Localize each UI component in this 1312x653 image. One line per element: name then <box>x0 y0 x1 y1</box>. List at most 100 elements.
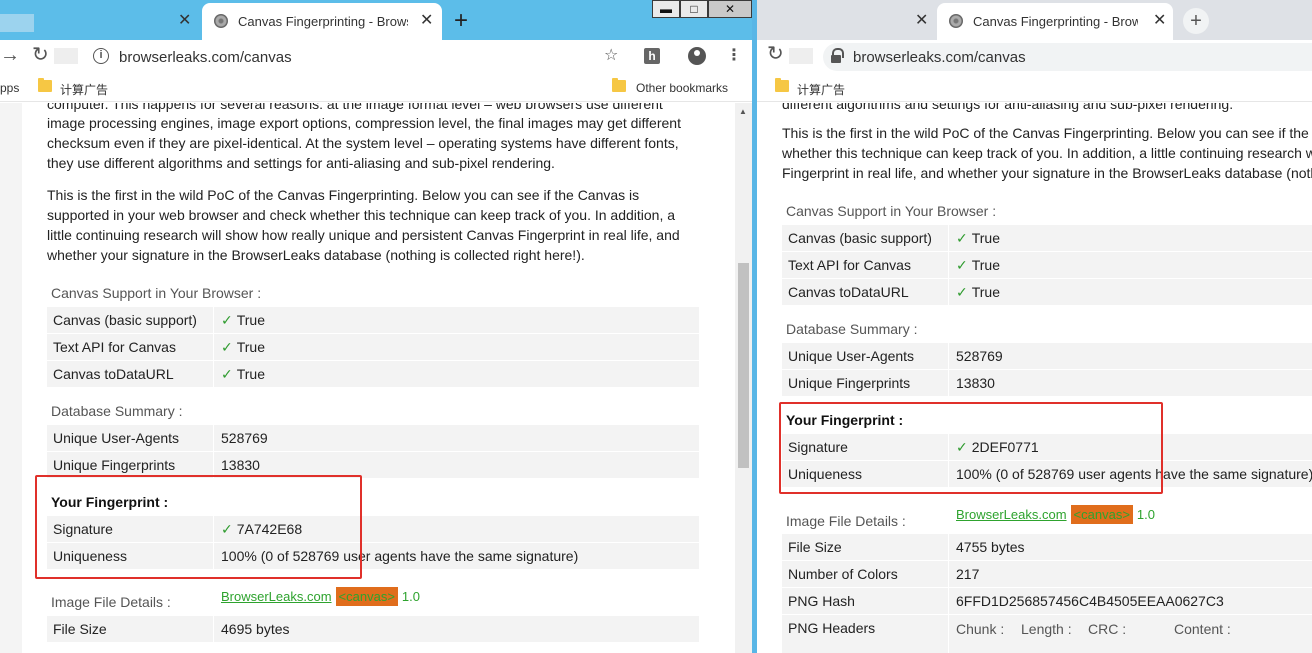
window-controls: ▬ □ ✕ <box>652 0 752 18</box>
check-icon: ✓ <box>956 257 968 273</box>
png-header-col-content: Content : <box>1174 621 1231 637</box>
tab-close-icon[interactable]: ✕ <box>915 11 928 31</box>
extension-h-icon[interactable]: h <box>644 48 660 64</box>
row-value: ✓ True <box>221 312 265 329</box>
tab-strip: ✕ Canvas Fingerprinting - Browse ✕ + <box>757 0 1312 40</box>
png-header-col-crc: CRC : <box>1088 621 1127 637</box>
check-icon: ✓ <box>956 284 968 300</box>
database-section-label: Database Summary : <box>786 321 918 337</box>
row-key: File Size <box>788 539 842 555</box>
row-key: PNG Hash <box>788 593 855 609</box>
address-bar[interactable]: i browserleaks.com/canvas <box>93 43 613 71</box>
tab-close-icon[interactable]: ✕ <box>178 11 191 31</box>
column-divider <box>948 279 949 305</box>
bookmarks-bar: 计算广告 <box>757 72 1312 102</box>
reload-icon[interactable]: ↻ <box>32 45 49 65</box>
new-tab-button[interactable]: + <box>1183 8 1209 34</box>
blurred-icon <box>789 48 813 64</box>
page-viewport: computer. This happens for several reaso… <box>0 103 735 653</box>
vertical-scrollbar[interactable]: ▲ <box>735 103 752 653</box>
column-divider <box>948 343 949 369</box>
value-text: True <box>971 257 1001 273</box>
page-margin <box>0 103 22 653</box>
column-divider <box>213 616 214 642</box>
paragraph-line: supported in your web browser and check … <box>47 207 676 223</box>
menu-kebab-icon[interactable]: ⋮ <box>726 48 742 64</box>
column-divider <box>948 370 949 396</box>
tab-close-icon[interactable]: ✕ <box>1153 11 1166 31</box>
table-row: Canvas (basic support) ✓ True <box>47 307 699 334</box>
row-key: Canvas toDataURL <box>788 284 909 300</box>
row-value: 6FFD1D256857456C4B4505EEAA0627C3 <box>956 593 1224 609</box>
new-tab-button[interactable]: + <box>454 9 468 33</box>
column-divider <box>213 307 214 333</box>
paragraph-line: checksum even if they are pixel-identica… <box>47 135 679 151</box>
bookmark-apps[interactable]: pps <box>0 81 19 95</box>
row-value: 13830 <box>221 457 260 473</box>
row-key: Number of Colors <box>788 566 898 582</box>
tab-canvas-fingerprinting[interactable]: Canvas Fingerprinting - Browse ✕ <box>202 3 442 40</box>
browserleaks-favicon-icon <box>214 14 228 28</box>
scroll-up-arrow-icon[interactable]: ▲ <box>739 107 747 116</box>
minimize-button[interactable]: ▬ <box>652 0 680 18</box>
toolbar: ↻ browserleaks.com/canvas <box>757 40 1312 72</box>
row-value: ✓ True <box>221 366 265 383</box>
url-text[interactable]: browserleaks.com/canvas <box>119 49 292 66</box>
url-text[interactable]: browserleaks.com/canvas <box>853 49 1026 66</box>
row-key: Unique Fingerprints <box>53 457 176 473</box>
close-window-button[interactable]: ✕ <box>708 0 752 18</box>
blurred-icon <box>54 48 78 64</box>
tab-canvas-fingerprinting[interactable]: Canvas Fingerprinting - Browse ✕ <box>937 3 1173 40</box>
info-icon[interactable]: i <box>93 48 109 64</box>
table-row: Text API for Canvas ✓ True <box>47 334 699 361</box>
forward-arrow-icon[interactable]: → <box>0 45 20 65</box>
reload-icon[interactable]: ↻ <box>767 44 784 64</box>
page-content: computer. This happens for several reaso… <box>0 103 735 653</box>
bookmark-other[interactable]: Other bookmarks <box>636 81 728 95</box>
row-key: PNG Headers <box>788 620 876 636</box>
tab-previous[interactable]: ✕ <box>0 3 200 40</box>
bookmarks-bar: pps 计算广告 Other bookmarks <box>0 72 752 102</box>
paragraph-line: whether this technique can keep track of… <box>782 145 1312 161</box>
row-value: ✓ True <box>956 257 1000 274</box>
row-key: Canvas (basic support) <box>53 312 197 328</box>
scrollbar-thumb[interactable] <box>738 263 749 468</box>
folder-icon <box>612 78 626 92</box>
bookmark-folder-ads[interactable]: 计算广告 <box>797 81 845 98</box>
page-content: different algorithms and settings for an… <box>757 103 1312 653</box>
address-bar[interactable]: browserleaks.com/canvas <box>823 43 1312 71</box>
paragraph-line: they use different algorithms and settin… <box>47 155 555 171</box>
check-icon: ✓ <box>956 230 968 246</box>
account-icon[interactable] <box>688 47 706 65</box>
row-key: Canvas (basic support) <box>788 230 932 246</box>
fingerprint-highlight-box <box>35 475 362 579</box>
column-divider <box>948 534 949 560</box>
canvas-logo: BrowserLeaks.com <canvas> 1.0 <box>221 587 420 606</box>
value-text: True <box>236 366 266 382</box>
maximize-button[interactable]: □ <box>680 0 708 18</box>
paragraph-line: This is the first in the wild PoC of the… <box>782 125 1309 141</box>
bookmark-star-icon[interactable]: ☆ <box>604 48 618 64</box>
tab-title: Canvas Fingerprinting - Browse <box>973 14 1138 29</box>
bookmark-folder-ads[interactable]: 计算广告 <box>60 81 108 98</box>
table-row: Canvas (basic support) ✓ True <box>782 225 1312 252</box>
column-divider <box>948 225 949 251</box>
tab-close-icon[interactable]: ✕ <box>420 11 433 31</box>
logo-version-text: 1.0 <box>401 589 420 604</box>
row-value: 4695 bytes <box>221 621 290 637</box>
png-header-col-length: Length : <box>1021 621 1072 637</box>
table-row: Unique User-Agents 528769 <box>782 343 1312 370</box>
support-section-label: Canvas Support in Your Browser : <box>786 203 997 219</box>
paragraph-line: different algorithms and settings for an… <box>782 103 1234 112</box>
column-divider <box>213 334 214 360</box>
right-browser-window: ✕ Canvas Fingerprinting - Browse ✕ + ↻ b… <box>757 0 1312 653</box>
table-row: Text API for Canvas ✓ True <box>782 252 1312 279</box>
database-section-label: Database Summary : <box>51 403 183 419</box>
tab-previous[interactable]: ✕ <box>757 3 935 40</box>
value-text: True <box>971 284 1001 300</box>
paragraph-line: whether your signature in the BrowserLea… <box>47 247 585 263</box>
value-text: True <box>971 230 1001 246</box>
support-section-label: Canvas Support in Your Browser : <box>51 285 262 301</box>
image-details-section-label: Image File Details : <box>51 594 171 610</box>
logo-version-text: 1.0 <box>1136 507 1155 522</box>
